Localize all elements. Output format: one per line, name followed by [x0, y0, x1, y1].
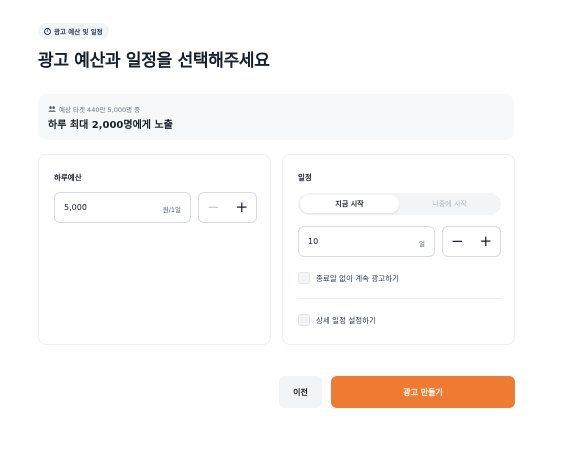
budget-plus-button[interactable]: + [235, 200, 248, 215]
days-minus-button[interactable]: − [451, 234, 464, 249]
page-title: 광고 예산과 일정을 선택해주세요 [38, 51, 270, 71]
no-end-date-option[interactable]: 종료일 없이 계속 광고하기 [298, 272, 399, 284]
create-ad-button[interactable]: 광고 만들기 [331, 376, 515, 408]
budget-unit: 원/1일 [162, 206, 181, 214]
detail-schedule-checkbox[interactable] [298, 314, 310, 326]
days-plus-button[interactable]: + [479, 234, 492, 249]
days-unit: 일 [419, 240, 425, 248]
reach-main-text: 하루 최대 2,000명에게 노출 [48, 120, 173, 131]
section-badge: ? 광고 예산 및 일정 [38, 23, 109, 39]
no-end-date-checkbox[interactable] [298, 272, 310, 284]
budget-minus-button[interactable]: − [207, 200, 220, 215]
divider [298, 298, 501, 299]
no-end-date-label: 종료일 없이 계속 광고하기 [316, 273, 400, 283]
budget-value: 5,000 [64, 203, 87, 212]
detail-schedule-label: 상세 일정 설정하기 [316, 315, 376, 325]
start-toggle: 지금 시작 나중에 시작 [298, 193, 501, 215]
budget-stepper: − + [198, 192, 257, 223]
reach-subtext-row: 예상 타겟 440만 5,000명 중 [48, 104, 140, 114]
prev-button[interactable]: 이전 [279, 376, 322, 408]
question-circle-icon: ? [44, 27, 51, 35]
days-stepper: − + [442, 226, 501, 257]
start-later-option[interactable]: 나중에 시작 [400, 195, 499, 213]
reach-subtext: 예상 타겟 440만 5,000명 중 [59, 106, 141, 114]
budget-label: 하루예산 [54, 173, 82, 182]
budget-card: 하루예산 5,000 원/1일 − + [38, 154, 271, 345]
days-input[interactable]: 10 일 [298, 226, 435, 257]
section-badge-label: 광고 예산 및 일정 [54, 28, 103, 36]
people-icon [48, 106, 56, 112]
days-value: 10 [308, 237, 319, 246]
detail-schedule-option[interactable]: 상세 일정 설정하기 [298, 314, 376, 326]
budget-input[interactable]: 5,000 원/1일 [54, 192, 191, 223]
start-now-option[interactable]: 지금 시작 [300, 195, 399, 213]
reach-info-box: 예상 타겟 440만 5,000명 중 하루 최대 2,000명에게 노출 [38, 94, 514, 140]
schedule-card: 일정 지금 시작 나중에 시작 10 일 − + 종료일 없이 계속 광고하기 … [282, 154, 515, 345]
schedule-label: 일정 [298, 173, 312, 182]
